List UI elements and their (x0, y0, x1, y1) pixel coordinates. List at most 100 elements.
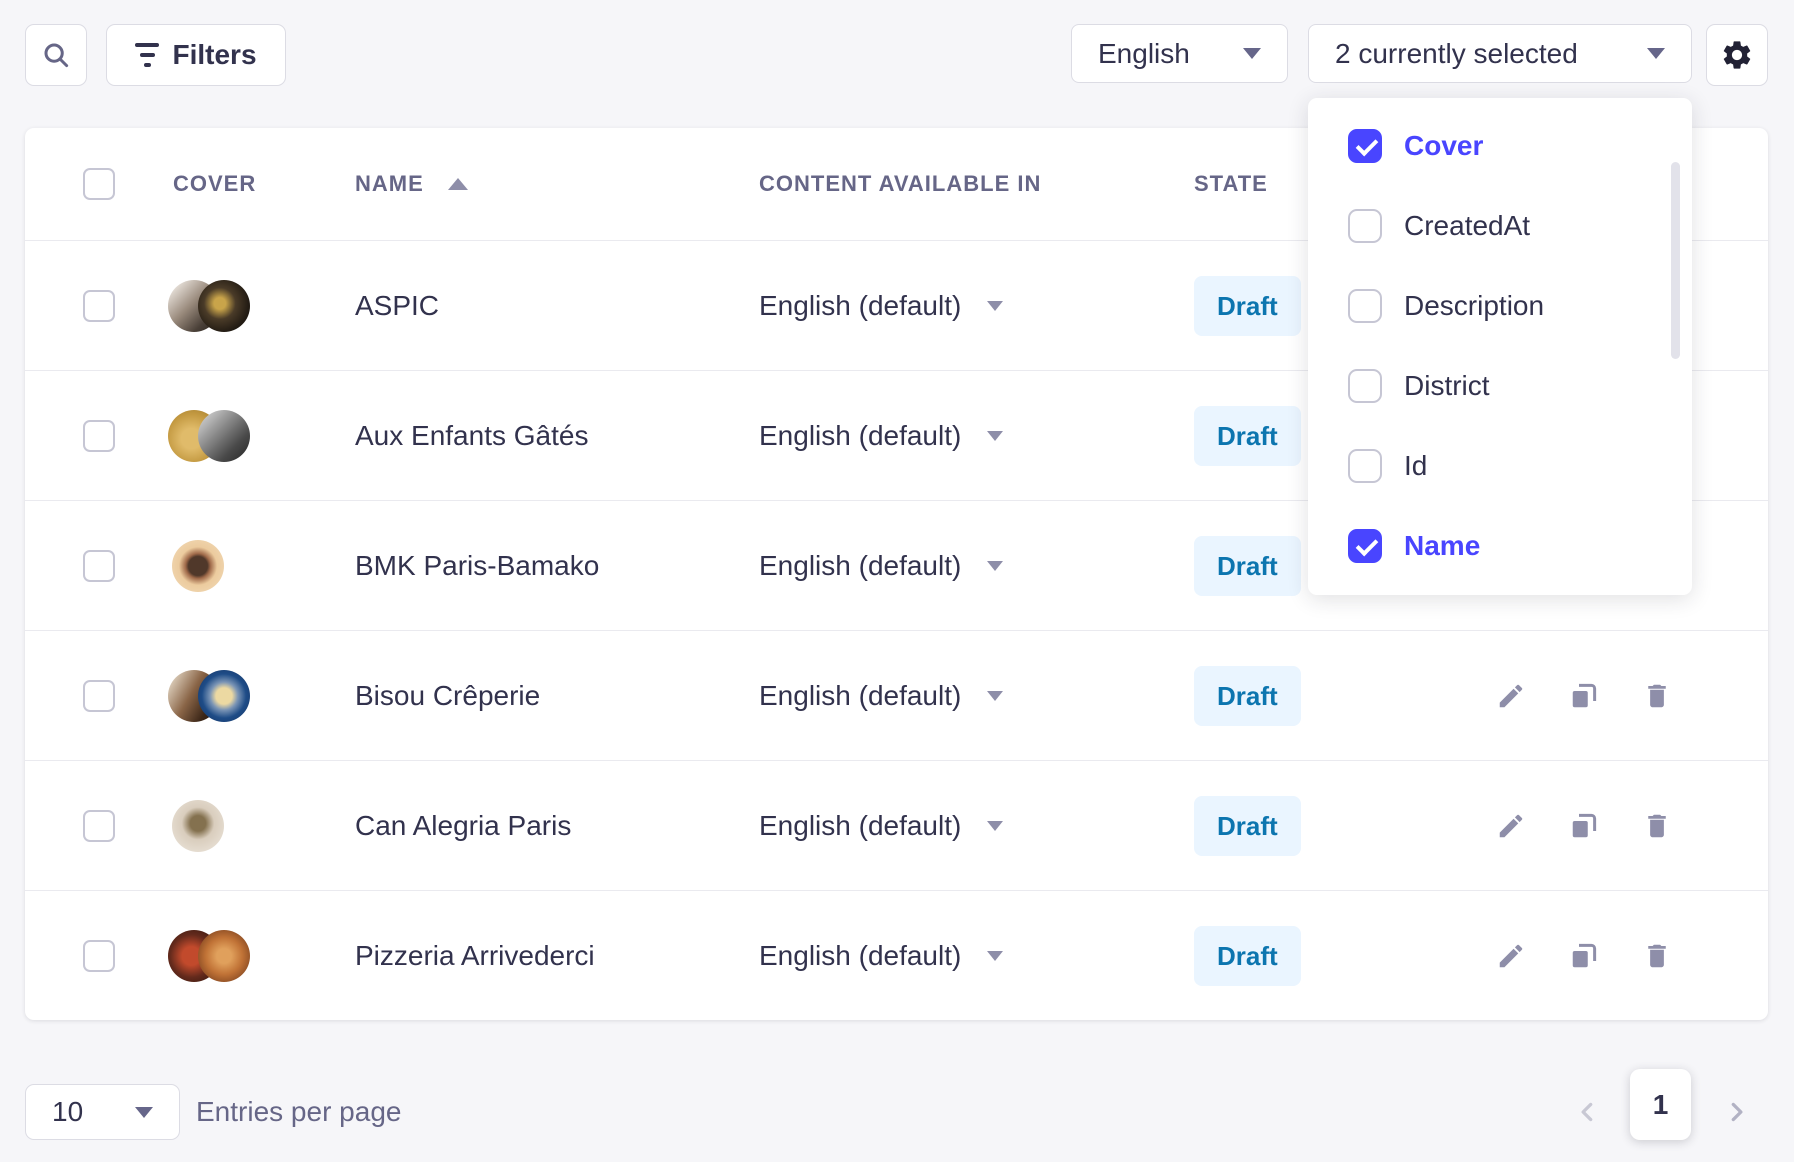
table-row[interactable]: Can Alegria Paris English (default) Draf… (25, 760, 1768, 890)
trash-icon (1642, 681, 1672, 711)
checkbox[interactable] (1348, 209, 1382, 243)
cover-avatars (168, 280, 252, 332)
row-checkbox[interactable] (83, 680, 115, 712)
trash-icon (1642, 811, 1672, 841)
row-checkbox[interactable] (83, 290, 115, 322)
chevron-down-icon (987, 691, 1003, 701)
entry-name: Can Alegria Paris (355, 810, 571, 842)
duplicate-button[interactable] (1568, 940, 1600, 972)
cover-avatar (198, 930, 250, 982)
page-size-select[interactable]: 10 (25, 1084, 180, 1140)
dropdown-item-label: Description (1404, 290, 1544, 322)
edit-button[interactable] (1495, 680, 1527, 712)
checkbox[interactable] (1348, 129, 1382, 163)
checkbox[interactable] (1348, 369, 1382, 403)
status-badge: Draft (1194, 796, 1301, 856)
column-header-content-available-in: CONTENT AVAILABLE IN (759, 171, 1041, 197)
checkbox[interactable] (1348, 289, 1382, 323)
cover-avatars (168, 540, 252, 592)
locale-select[interactable]: English (default) (759, 810, 1003, 842)
status-badge: Draft (1194, 666, 1301, 726)
page-1-button[interactable]: 1 (1630, 1069, 1691, 1140)
dropdown-item-cover[interactable]: Cover (1308, 106, 1692, 186)
delete-button[interactable] (1641, 810, 1673, 842)
entry-name: Bisou Crêperie (355, 680, 540, 712)
status-badge: Draft (1194, 536, 1301, 596)
select-all-checkbox[interactable] (83, 168, 115, 200)
checkbox[interactable] (1348, 529, 1382, 563)
dropdown-item-createdat[interactable]: CreatedAt (1308, 186, 1692, 266)
chevron-down-icon (1243, 48, 1261, 59)
locale-value: English (default) (759, 290, 961, 322)
chevron-right-icon (1723, 1099, 1749, 1125)
gear-icon (1720, 38, 1754, 72)
row-checkbox[interactable] (83, 420, 115, 452)
columns-dropdown-panel: Cover CreatedAt Description District Id … (1308, 98, 1692, 595)
locale-select[interactable]: English (default) (759, 290, 1003, 322)
cover-avatar (198, 670, 250, 722)
search-button[interactable] (25, 24, 87, 86)
cover-avatar (172, 800, 224, 852)
scrollbar[interactable] (1671, 162, 1680, 359)
language-select-value: English (1098, 38, 1190, 70)
cover-avatar (198, 410, 250, 462)
filter-icon (135, 43, 159, 67)
row-checkbox[interactable] (83, 550, 115, 582)
status-badge: Draft (1194, 926, 1301, 986)
chevron-down-icon (987, 431, 1003, 441)
duplicate-button[interactable] (1568, 680, 1600, 712)
cover-avatar (198, 280, 250, 332)
locale-select[interactable]: English (default) (759, 940, 1003, 972)
edit-button[interactable] (1495, 940, 1527, 972)
row-checkbox[interactable] (83, 940, 115, 972)
cover-avatars (168, 930, 252, 982)
trash-icon (1642, 941, 1672, 971)
entry-name: BMK Paris-Bamako (355, 550, 599, 582)
dropdown-item-label: Cover (1404, 130, 1483, 162)
chevron-down-icon (987, 561, 1003, 571)
chevron-down-icon (987, 821, 1003, 831)
cover-avatars (168, 670, 252, 722)
dropdown-item-label: CreatedAt (1404, 210, 1530, 242)
table-row[interactable]: Bisou Crêperie English (default) Draft (25, 630, 1768, 760)
locale-value: English (default) (759, 420, 961, 452)
edit-button[interactable] (1495, 810, 1527, 842)
checkbox[interactable] (1348, 449, 1382, 483)
sort-ascending-icon[interactable] (448, 178, 468, 190)
dropdown-item-label: Id (1404, 450, 1427, 482)
column-header-name[interactable]: NAME (355, 171, 424, 197)
chevron-down-icon (1647, 48, 1665, 59)
cover-avatars (168, 800, 252, 852)
copy-icon (1569, 941, 1599, 971)
search-icon (41, 40, 71, 70)
columns-select[interactable]: 2 currently selected (1308, 24, 1692, 83)
filters-button-label: Filters (172, 39, 256, 71)
filters-button[interactable]: Filters (106, 24, 286, 86)
settings-button[interactable] (1706, 24, 1768, 86)
pencil-icon (1496, 941, 1526, 971)
page-size-value: 10 (52, 1096, 83, 1128)
cover-avatar (172, 540, 224, 592)
locale-value: English (default) (759, 810, 961, 842)
locale-select[interactable]: English (default) (759, 680, 1003, 712)
dropdown-item-id[interactable]: Id (1308, 426, 1692, 506)
locale-select[interactable]: English (default) (759, 550, 1003, 582)
next-page-button[interactable] (1714, 1090, 1758, 1134)
status-badge: Draft (1194, 276, 1301, 336)
language-select[interactable]: English (1071, 24, 1288, 83)
dropdown-item-description[interactable]: Description (1308, 266, 1692, 346)
dropdown-item-district[interactable]: District (1308, 346, 1692, 426)
pencil-icon (1496, 811, 1526, 841)
row-checkbox[interactable] (83, 810, 115, 842)
entries-per-page-label: Entries per page (196, 1084, 401, 1140)
columns-select-value: 2 currently selected (1335, 38, 1578, 70)
dropdown-item-name[interactable]: Name (1308, 506, 1692, 586)
entry-name: ASPIC (355, 290, 439, 322)
locale-select[interactable]: English (default) (759, 420, 1003, 452)
entry-name: Pizzeria Arrivederci (355, 940, 595, 972)
previous-page-button[interactable] (1566, 1090, 1610, 1134)
table-row[interactable]: Pizzeria Arrivederci English (default) D… (25, 890, 1768, 1020)
duplicate-button[interactable] (1568, 810, 1600, 842)
delete-button[interactable] (1641, 680, 1673, 712)
delete-button[interactable] (1641, 940, 1673, 972)
